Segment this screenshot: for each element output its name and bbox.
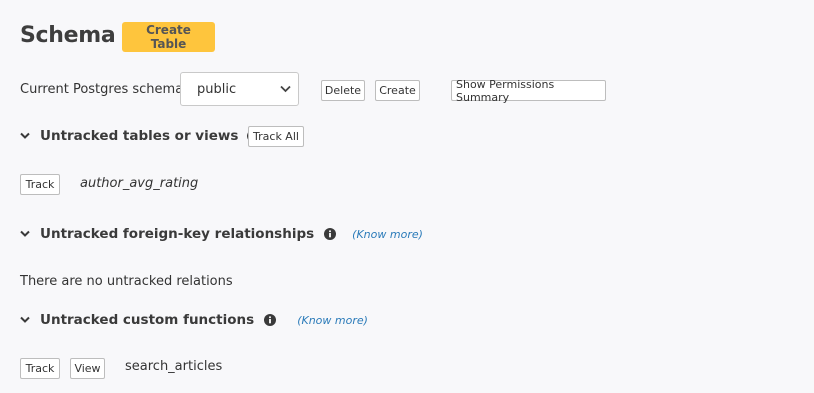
info-icon[interactable] — [264, 314, 277, 326]
chevron-down-icon — [20, 316, 30, 323]
info-icon[interactable] — [324, 228, 337, 240]
untracked-functions-heading: Untracked custom functions — [40, 312, 255, 328]
chevron-down-icon — [20, 132, 30, 139]
untracked-functions-header[interactable]: Untracked custom functions (Know more) — [20, 311, 368, 329]
show-permissions-summary-button[interactable]: Show Permissions Summary — [451, 78, 606, 104]
untracked-relationships-heading: Untracked foreign-key relationships — [40, 226, 315, 242]
schema-label: Current Postgres schema — [20, 82, 184, 97]
caret-down-icon — [280, 85, 291, 93]
schema-select-value: public — [197, 81, 237, 97]
untracked-function-name: search_articles — [125, 359, 223, 374]
know-more-link[interactable]: (Know more) — [352, 228, 423, 241]
create-schema-button[interactable]: Create — [375, 80, 420, 101]
schema-select[interactable]: public — [180, 72, 299, 106]
untracked-relationships-header[interactable]: Untracked foreign-key relationships (Kno… — [20, 225, 423, 243]
know-more-link[interactable]: (Know more) — [297, 314, 368, 327]
view-function-button[interactable]: View — [70, 358, 105, 379]
untracked-tables-heading: Untracked tables or views — [40, 128, 239, 144]
delete-schema-button[interactable]: Delete — [321, 80, 365, 101]
untracked-table-name: author_avg_rating — [80, 176, 199, 191]
track-table-button[interactable]: Track — [20, 174, 60, 195]
page-title: Schema — [20, 23, 116, 48]
untracked-tables-header[interactable]: Untracked tables or views — [20, 127, 260, 145]
create-table-button[interactable]: Create Table — [122, 22, 215, 52]
no-relations-message: There are no untracked relations — [20, 274, 233, 289]
chevron-down-icon — [20, 230, 30, 237]
track-all-button[interactable]: Track All — [248, 126, 304, 147]
track-function-button[interactable]: Track — [20, 358, 60, 379]
